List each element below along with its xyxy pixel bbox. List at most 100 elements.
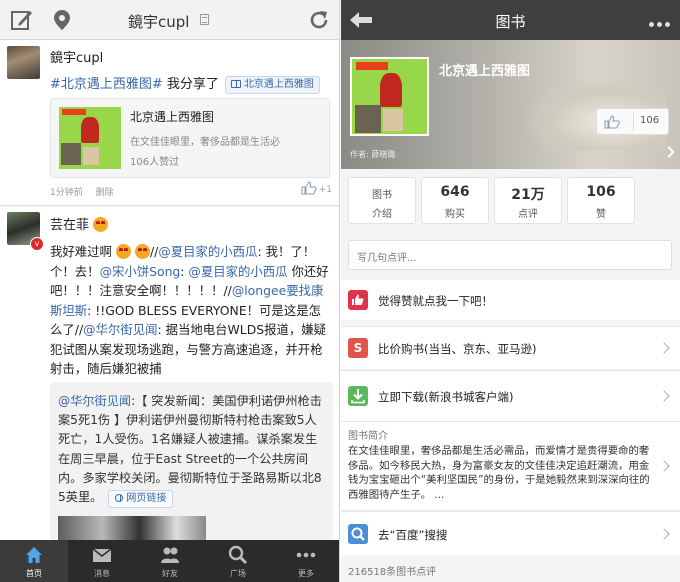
tab-discover[interactable]: 广场 bbox=[204, 540, 272, 582]
chevron-right-icon bbox=[658, 342, 670, 354]
tab-label: 广场 bbox=[230, 569, 246, 578]
tab-label: 好友 bbox=[162, 569, 178, 578]
stat-value: 21万 bbox=[511, 187, 545, 203]
stat-intro[interactable]: 图书 介绍 bbox=[348, 177, 416, 224]
mention-link[interactable]: @夏目家的小西瓜 bbox=[158, 244, 257, 259]
like-count: +1 bbox=[318, 185, 332, 195]
web-link-chip[interactable]: 网页链接 bbox=[108, 490, 174, 509]
download-row[interactable]: 立即下载(新浪书城客户端) bbox=[341, 370, 680, 421]
mention-link[interactable]: @华尔街见闻 bbox=[58, 394, 131, 408]
location-icon[interactable] bbox=[50, 8, 74, 32]
book-intro-row[interactable]: 图书简介 在文佳佳眼里，奢侈品都是生活必需品，而爱情才是贵得要命的奢侈品。如今移… bbox=[341, 421, 680, 509]
search-icon bbox=[348, 524, 368, 544]
delete-link[interactable]: 删除 bbox=[96, 188, 114, 198]
hashtag-link[interactable]: #北京遇上西雅图# bbox=[50, 77, 163, 92]
more-icon bbox=[296, 552, 316, 558]
group-icon[interactable] bbox=[200, 14, 209, 25]
book-card-likes: 106人赞过 bbox=[130, 157, 180, 168]
thumbs-up-icon bbox=[604, 115, 620, 129]
tab-label: 消息 bbox=[94, 569, 110, 578]
like-book-row[interactable]: 觉得赞就点我一下吧！ bbox=[341, 280, 680, 320]
compose-icon[interactable] bbox=[10, 8, 34, 32]
book-like-count: 106 bbox=[640, 115, 660, 126]
download-label: 立即下载(新浪书城客户端) bbox=[378, 390, 514, 404]
web-link-label: 网页链接 bbox=[126, 493, 167, 505]
thumbs-up-icon bbox=[348, 290, 368, 310]
tab-messages[interactable]: 消息 bbox=[68, 540, 136, 582]
post-text: #北京遇上西雅图# 我分享了 北京遇上西雅图 bbox=[50, 73, 320, 94]
like-book-label: 觉得赞就点我一下吧！ bbox=[378, 294, 493, 308]
stat-buy[interactable]: 646 购买 bbox=[421, 177, 489, 224]
feed-title[interactable]: 鏡宇cupl bbox=[128, 11, 189, 32]
stat-label: 介绍 bbox=[372, 209, 392, 220]
bottom-tab-bar: 首页 消息 好友 广场 更多 bbox=[0, 540, 339, 582]
book-header: 图书 bbox=[341, 0, 680, 40]
reposted-post[interactable]: @华尔街见闻:【 突发新闻：美国伊利诺伊州枪击案5死1伤 】伊利诺伊州曼彻斯特村… bbox=[50, 382, 333, 546]
chevron-right-icon bbox=[658, 460, 670, 472]
like-button[interactable]: +1 bbox=[301, 181, 332, 195]
mention-link[interactable]: @宋小饼Song bbox=[100, 264, 181, 279]
book-cover-image[interactable] bbox=[350, 57, 429, 136]
baidu-search-label: 去“百度”搜搜 bbox=[378, 528, 448, 542]
post-username[interactable]: 芸在菲 bbox=[50, 214, 109, 233]
review-input[interactable]: 写几句点评... bbox=[348, 240, 672, 270]
price-tag-icon: S bbox=[348, 338, 368, 358]
stat-value: 646 bbox=[440, 184, 470, 200]
mention-link[interactable]: @夏目家的小西瓜 bbox=[188, 264, 287, 279]
post-username[interactable]: 鏡宇cupl bbox=[50, 47, 103, 66]
book-author: 作者: 薛晓璐 bbox=[350, 150, 396, 159]
mention-link[interactable]: @华尔街见闻 bbox=[83, 322, 157, 337]
avatar[interactable] bbox=[7, 46, 40, 79]
price-compare-label: 比价购书(当当、京东、亚马逊) bbox=[378, 342, 537, 356]
book-like-button[interactable]: 106 bbox=[596, 108, 669, 135]
feed-post[interactable]: 鏡宇cupl #北京遇上西雅图# 我分享了 北京遇上西雅图 北京遇上西雅图 在文佳… bbox=[0, 40, 339, 206]
post-text: 我好难过啊 bbox=[50, 244, 112, 259]
baidu-search-row[interactable]: 去“百度”搜搜 bbox=[341, 511, 680, 555]
review-count[interactable]: 216518条图书点评 bbox=[348, 563, 436, 578]
tab-label: 更多 bbox=[298, 569, 314, 578]
angry-emoji-icon bbox=[115, 244, 131, 259]
friends-icon bbox=[161, 547, 179, 563]
tab-friends[interactable]: 好友 bbox=[136, 540, 204, 582]
weibo-feed-pane: 鏡宇cupl 鏡宇cupl #北京遇上西雅图# 我分享了 北京遇上西雅图 北京遇上… bbox=[0, 0, 340, 582]
search-icon bbox=[228, 545, 248, 565]
book-cover-image bbox=[59, 107, 121, 169]
shared-book-card[interactable]: 北京遇上西雅图 在文佳佳眼里，奢侈品都是生活必 106人赞过 bbox=[50, 98, 330, 178]
post-meta: 1分钟前 删除 bbox=[50, 185, 124, 198]
book-card-title: 北京遇上西雅图 bbox=[130, 110, 215, 124]
book-title: 北京遇上西雅图 bbox=[439, 64, 531, 79]
link-icon bbox=[115, 494, 124, 503]
stat-value: 106 bbox=[586, 184, 616, 200]
stat-label: 点评 bbox=[518, 209, 538, 220]
book-icon bbox=[230, 80, 241, 88]
price-compare-row[interactable]: S 比价购书(当当、京东、亚马逊) bbox=[341, 326, 680, 369]
stat-value: 图书 bbox=[372, 190, 392, 201]
book-banner: 北京遇上西雅图 作者: 薛晓璐 106 bbox=[341, 40, 680, 169]
intro-text: 在文佳佳眼里，奢侈品都是生活必需品，而爱情才是贵得要命的奢侈品。如今移民大热，身… bbox=[348, 445, 650, 501]
book-stats: 图书 介绍 646 购买 21万 点评 106 赞 bbox=[341, 169, 680, 232]
chevron-right-icon bbox=[658, 528, 670, 540]
tab-home[interactable]: 首页 bbox=[0, 540, 68, 582]
post-time: 1分钟前 bbox=[50, 188, 83, 198]
book-detail-pane: 图书 北京遇上西雅图 作者: 薛晓璐 106 图书 介绍 646 购买 21万 bbox=[341, 0, 680, 582]
feed-header: 鏡宇cupl bbox=[0, 0, 339, 40]
intro-heading: 图书简介 bbox=[348, 431, 388, 442]
more-options-icon[interactable] bbox=[646, 16, 670, 30]
verified-badge-icon: v bbox=[30, 237, 44, 251]
stat-reviews[interactable]: 21万 点评 bbox=[494, 177, 562, 224]
refresh-icon[interactable] bbox=[307, 8, 331, 32]
stat-label: 赞 bbox=[596, 209, 606, 220]
stat-label: 购买 bbox=[445, 209, 465, 220]
chevron-right-icon bbox=[658, 390, 670, 402]
feed-post[interactable]: v 芸在菲 我好难过啊//@夏目家的小西瓜: 我！了！个！去！@宋小饼Song:… bbox=[0, 207, 339, 546]
thumbs-up-icon bbox=[301, 181, 317, 195]
tab-more[interactable]: 更多 bbox=[272, 540, 339, 582]
reposted-text: @华尔街见闻:【 突发新闻：美国伊利诺伊州枪击案5死1伤 】伊利诺伊州曼彻斯特村… bbox=[58, 392, 324, 509]
reposted-body: :【 突发新闻：美国伊利诺伊州枪击案5死1伤 】伊利诺伊州曼彻斯特村枪击案致5人… bbox=[58, 394, 322, 505]
stat-likes[interactable]: 106 赞 bbox=[567, 177, 635, 224]
post-text-body: 我分享了 bbox=[162, 77, 219, 92]
home-icon bbox=[26, 547, 42, 563]
book-card-summary: 在文佳佳眼里，奢侈品都是生活必 bbox=[130, 137, 280, 148]
book-link-chip[interactable]: 北京遇上西雅图 bbox=[224, 76, 320, 94]
post-body: 我好难过啊//@夏目家的小西瓜: 我！了！个！去！@宋小饼Song: @夏目家的… bbox=[50, 242, 333, 379]
